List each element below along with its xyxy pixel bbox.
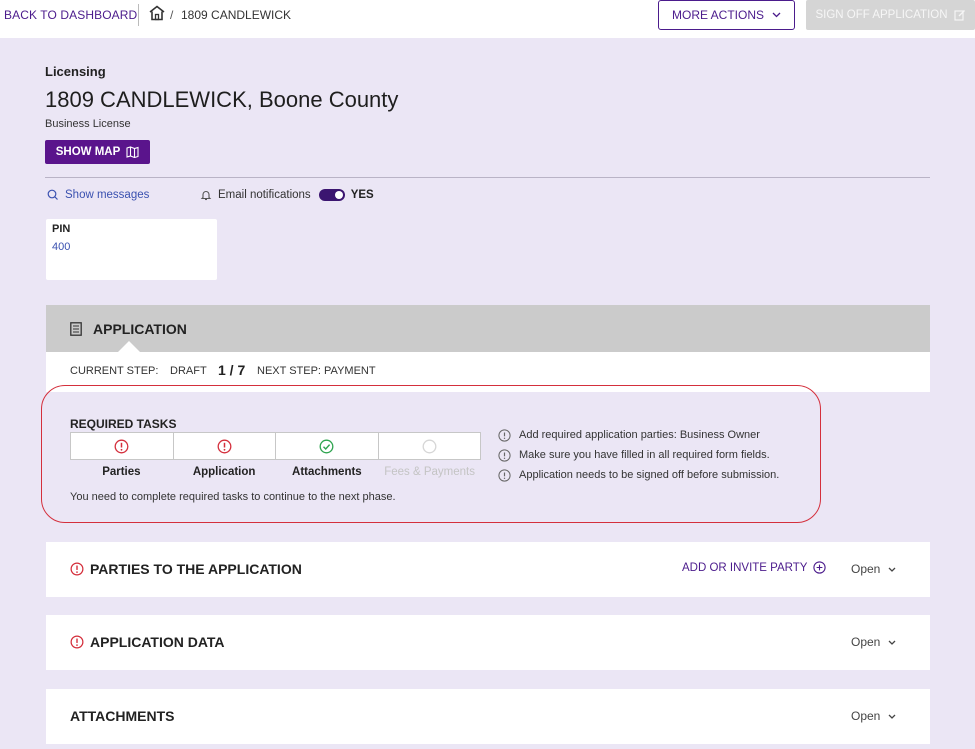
task-fees-status [379, 433, 481, 459]
chevron-down-icon [772, 12, 781, 18]
check-circle-icon [319, 439, 334, 453]
attachments-panel-title: ATTACHMENTS [70, 708, 175, 724]
breadcrumb-current: 1809 CANDLEWICK [181, 8, 292, 22]
error-icon [70, 635, 84, 649]
sign-off-label: SIGN OFF APPLICATION [815, 9, 948, 21]
required-tasks-title: REQUIRED TASKS [70, 417, 177, 431]
application-data-panel[interactable]: APPLICATION DATA Open [46, 615, 930, 670]
email-notifications: Email notifications YES [200, 189, 374, 201]
info-icon [498, 448, 511, 462]
application-data-open-toggle[interactable]: Open [851, 635, 896, 649]
add-invite-party-button[interactable]: ADD OR INVITE PARTY [682, 561, 827, 574]
application-data-panel-title: APPLICATION DATA [90, 634, 225, 650]
page-title: 1809 CANDLEWICK, Boone County [45, 87, 399, 112]
chevron-down-icon [888, 714, 896, 719]
step-count: 1 / 7 [218, 362, 246, 378]
current-step-label: CURRENT STEP: [70, 365, 159, 377]
open-label: Open [851, 709, 881, 723]
email-notifications-value: YES [350, 189, 374, 201]
breadcrumb-separator: / [170, 8, 174, 22]
show-messages-link[interactable]: Show messages [47, 189, 149, 201]
back-to-dashboard-link[interactable]: BACK TO DASHBOARD [4, 8, 137, 22]
required-tasks-note: You need to complete required tasks to c… [70, 491, 396, 503]
task-label: Fees & Payments [384, 466, 475, 478]
task-label-row: Parties Application Attachments Fees & P… [70, 466, 481, 478]
parties-panel-title: PARTIES TO THE APPLICATION [90, 561, 302, 577]
attachments-panel[interactable]: ATTACHMENTS Open [46, 689, 930, 744]
error-icon [114, 439, 129, 453]
more-actions-button[interactable]: MORE ACTIONS [658, 0, 795, 30]
parties-panel[interactable]: PARTIES TO THE APPLICATION ADD OR INVITE… [46, 542, 930, 597]
bell-icon [200, 191, 212, 201]
home-icon[interactable] [148, 5, 166, 21]
next-step: NEXT STEP: PAYMENT [257, 365, 376, 377]
step-pointer [118, 341, 140, 352]
error-icon [217, 439, 232, 453]
pin-label: PIN [52, 223, 71, 235]
chat-icon [47, 189, 58, 200]
page-subtitle: Business License [45, 118, 131, 130]
task-message-text: Make sure you have filled in all require… [519, 449, 770, 461]
show-map-label: SHOW MAP [55, 146, 121, 158]
section-label: Licensing [45, 64, 106, 79]
email-notifications-toggle[interactable] [318, 189, 345, 201]
task-application-status[interactable] [174, 433, 276, 459]
task-message: Add required application parties: Busine… [498, 425, 779, 445]
info-icon [498, 468, 511, 482]
top-bar: BACK TO DASHBOARD / 1809 CANDLEWICK MORE… [0, 0, 975, 38]
open-label: Open [851, 635, 881, 649]
map-icon [126, 146, 139, 158]
task-label: Application [192, 466, 256, 478]
task-message: Make sure you have filled in all require… [498, 445, 779, 465]
divider [45, 177, 930, 178]
task-status-row [70, 432, 481, 460]
show-map-button[interactable]: SHOW MAP [45, 140, 150, 164]
divider [138, 4, 139, 26]
sign-off-application-button[interactable]: SIGN OFF APPLICATION [806, 0, 975, 30]
plus-circle-icon [813, 561, 827, 574]
pin-card: PIN 400 [46, 219, 217, 280]
parties-open-toggle[interactable]: Open [851, 562, 896, 576]
chevron-down-icon [888, 567, 896, 572]
task-messages: Add required application parties: Busine… [498, 425, 779, 485]
task-message-text: Application needs to be signed off befor… [519, 469, 780, 481]
pin-value: 400 [52, 241, 71, 253]
more-actions-label: MORE ACTIONS [671, 8, 764, 22]
application-header: APPLICATION [46, 305, 930, 352]
empty-circle-icon [422, 439, 437, 453]
task-label: Attachments [292, 466, 362, 478]
error-icon [70, 562, 84, 576]
task-label: Parties [102, 466, 141, 478]
edit-icon [953, 10, 965, 21]
task-attachments-status[interactable] [276, 433, 379, 459]
info-icon [498, 428, 511, 442]
add-invite-party-label: ADD OR INVITE PARTY [682, 561, 808, 574]
attachments-open-toggle[interactable]: Open [851, 709, 896, 723]
document-icon [70, 322, 82, 336]
task-message-text: Add required application parties: Busine… [519, 429, 760, 441]
current-step-value: DRAFT [170, 365, 207, 377]
application-title: APPLICATION [93, 321, 187, 337]
chevron-down-icon [888, 640, 896, 645]
open-label: Open [851, 562, 881, 576]
task-message: Application needs to be signed off befor… [498, 465, 779, 485]
show-messages-label: Show messages [65, 189, 150, 201]
task-parties-status[interactable] [71, 433, 174, 459]
email-notifications-label: Email notifications [218, 189, 311, 201]
